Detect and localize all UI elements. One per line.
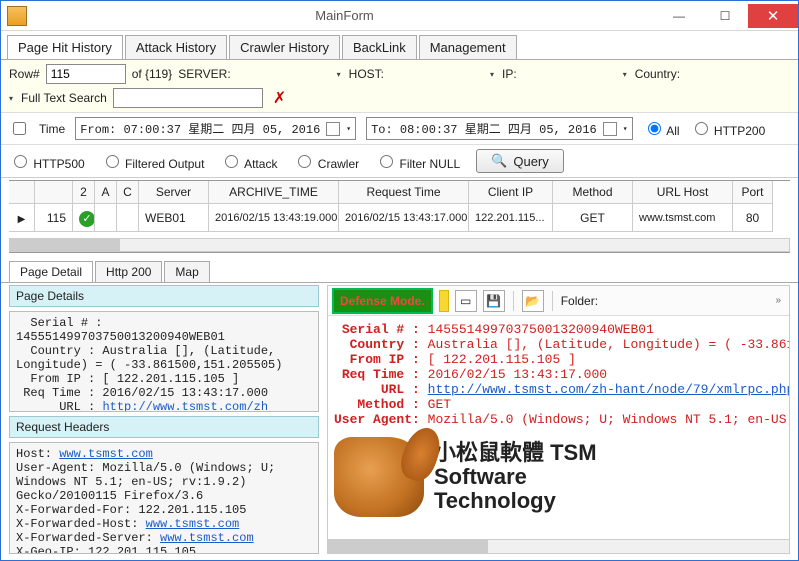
host-label: HOST: <box>349 67 384 81</box>
xfs-link[interactable]: www.tsmst.com <box>160 531 254 545</box>
detail-content[interactable]: Serial # : 145551499703750013200940WEB01… <box>328 316 789 539</box>
tab-attack-history[interactable]: Attack History <box>125 35 227 59</box>
search-icon: 🔍 <box>491 153 507 169</box>
fts-input[interactable] <box>113 88 263 108</box>
minimize-button[interactable]: — <box>656 4 702 28</box>
status-ok-icon: ✓ <box>79 211 95 227</box>
url-link[interactable]: http://www.tsmst.com/zh <box>102 400 268 412</box>
subtab-http-200[interactable]: Http 200 <box>95 261 162 282</box>
grid-header: 2 A C Server ARCHIVE_TIME Request Time C… <box>9 181 790 204</box>
app-icon <box>7 6 27 26</box>
col-a: A <box>95 181 117 204</box>
calendar-icon[interactable] <box>326 122 340 136</box>
squirrel-icon <box>334 437 424 517</box>
detail-url-link[interactable]: http://www.tsmst.com/zh-hant/node/79/xml… <box>428 382 789 397</box>
clear-search-icon[interactable]: ✗ <box>273 88 286 108</box>
main-tabs: Page Hit History Attack History Crawler … <box>1 31 798 60</box>
tab-page-hit-history[interactable]: Page Hit History <box>7 35 123 59</box>
col-url-host: URL Host <box>633 181 733 204</box>
detail-panel: Defense Mode. ▭ 💾 📂 Folder: » Serial # :… <box>327 285 790 554</box>
close-button[interactable]: ✕ <box>748 4 798 28</box>
tab-backlink[interactable]: BackLink <box>342 35 417 59</box>
to-datetime[interactable]: To: 08:00:37 星期二 四月 05, 2016▾ <box>366 117 632 140</box>
yellow-indicator <box>439 290 449 312</box>
row-pointer-icon: ▶ <box>18 214 26 225</box>
save-icon[interactable]: 💾 <box>483 290 505 312</box>
of-label: of {119} <box>132 67 173 81</box>
col-request-time: Request Time <box>339 181 469 204</box>
request-headers-box[interactable]: Host: www.tsmst.com User-Agent: Mozilla/… <box>9 442 319 554</box>
filter-bar: Row# of {119} SERVER: ▾ HOST: ▾ IP: ▾ Co… <box>1 60 798 113</box>
radio-http200[interactable]: HTTP200 <box>690 119 766 138</box>
radio-filternull[interactable]: Filter NULL <box>375 152 460 171</box>
radio-http500[interactable]: HTTP500 <box>9 152 85 171</box>
from-datetime[interactable]: From: 07:00:37 星期二 四月 05, 2016▾ <box>75 117 356 140</box>
col-2: 2 <box>73 181 95 204</box>
logo-block: 小松鼠軟體 TSM Software Technology <box>334 437 783 517</box>
country-label: Country: <box>635 67 680 81</box>
tool-btn-1[interactable]: ▭ <box>455 290 477 312</box>
query-button[interactable]: 🔍Query <box>476 149 564 173</box>
row-label: Row# <box>9 67 40 81</box>
col-client-ip: Client IP <box>469 181 553 204</box>
maximize-button[interactable]: ☐ <box>702 4 748 28</box>
grid-hscrollbar[interactable] <box>9 238 790 252</box>
server-label: SERVER: <box>178 67 230 81</box>
open-folder-icon[interactable]: 📂 <box>522 290 544 312</box>
expand-icon[interactable]: » <box>775 295 785 306</box>
col-server: Server <box>139 181 209 204</box>
detail-toolbar: Defense Mode. ▭ 💾 📂 Folder: » <box>328 286 789 316</box>
server-dropdown[interactable]: ▾ <box>237 70 343 79</box>
time-checkbox[interactable] <box>13 122 26 135</box>
radio-filtered[interactable]: Filtered Output <box>101 152 205 171</box>
request-headers-header: Request Headers <box>9 416 319 438</box>
col-method: Method <box>553 181 633 204</box>
fts-label: Full Text Search <box>21 91 107 105</box>
xfh-link[interactable]: www.tsmst.com <box>146 517 240 531</box>
calendar-icon[interactable] <box>603 122 617 136</box>
titlebar: MainForm — ☐ ✕ <box>1 1 798 31</box>
host-link[interactable]: www.tsmst.com <box>59 447 153 461</box>
defense-mode-badge: Defense Mode. <box>332 288 433 314</box>
row-input[interactable] <box>46 64 126 84</box>
radio-crawler[interactable]: Crawler <box>293 152 359 171</box>
filter-radios: HTTP500 Filtered Output Attack Crawler F… <box>1 145 798 178</box>
table-row[interactable]: ▶ 115 ✓ WEB01 2016/02/15 13:43:19.000 20… <box>9 204 790 232</box>
page-details-box[interactable]: Serial # : 145551499703750013200940WEB01… <box>9 311 319 412</box>
subtab-page-detail[interactable]: Page Detail <box>9 261 93 282</box>
col-archive-time: ARCHIVE_TIME <box>209 181 339 204</box>
host-dropdown[interactable]: ▾ <box>390 70 496 79</box>
time-label: Time <box>39 122 65 136</box>
window-title: MainForm <box>33 8 656 23</box>
ip-label: IP: <box>502 67 517 81</box>
radio-attack[interactable]: Attack <box>220 152 277 171</box>
radio-all[interactable]: All <box>643 119 680 138</box>
ip-dropdown[interactable]: ▾ <box>523 70 629 79</box>
tab-management[interactable]: Management <box>419 35 517 59</box>
subtab-map[interactable]: Map <box>164 261 209 282</box>
time-row: Time From: 07:00:37 星期二 四月 05, 2016▾ To:… <box>1 113 798 145</box>
unknown-dropdown[interactable]: ▾ <box>9 94 15 103</box>
page-details-header: Page Details <box>9 285 319 307</box>
detail-hscrollbar[interactable] <box>328 539 789 553</box>
data-grid[interactable]: 2 A C Server ARCHIVE_TIME Request Time C… <box>9 180 790 253</box>
col-port: Port <box>733 181 773 204</box>
tab-crawler-history[interactable]: Crawler History <box>229 35 340 59</box>
sub-tabs: Page Detail Http 200 Map <box>1 255 798 283</box>
col-c: C <box>117 181 139 204</box>
folder-label: Folder: <box>561 294 598 308</box>
